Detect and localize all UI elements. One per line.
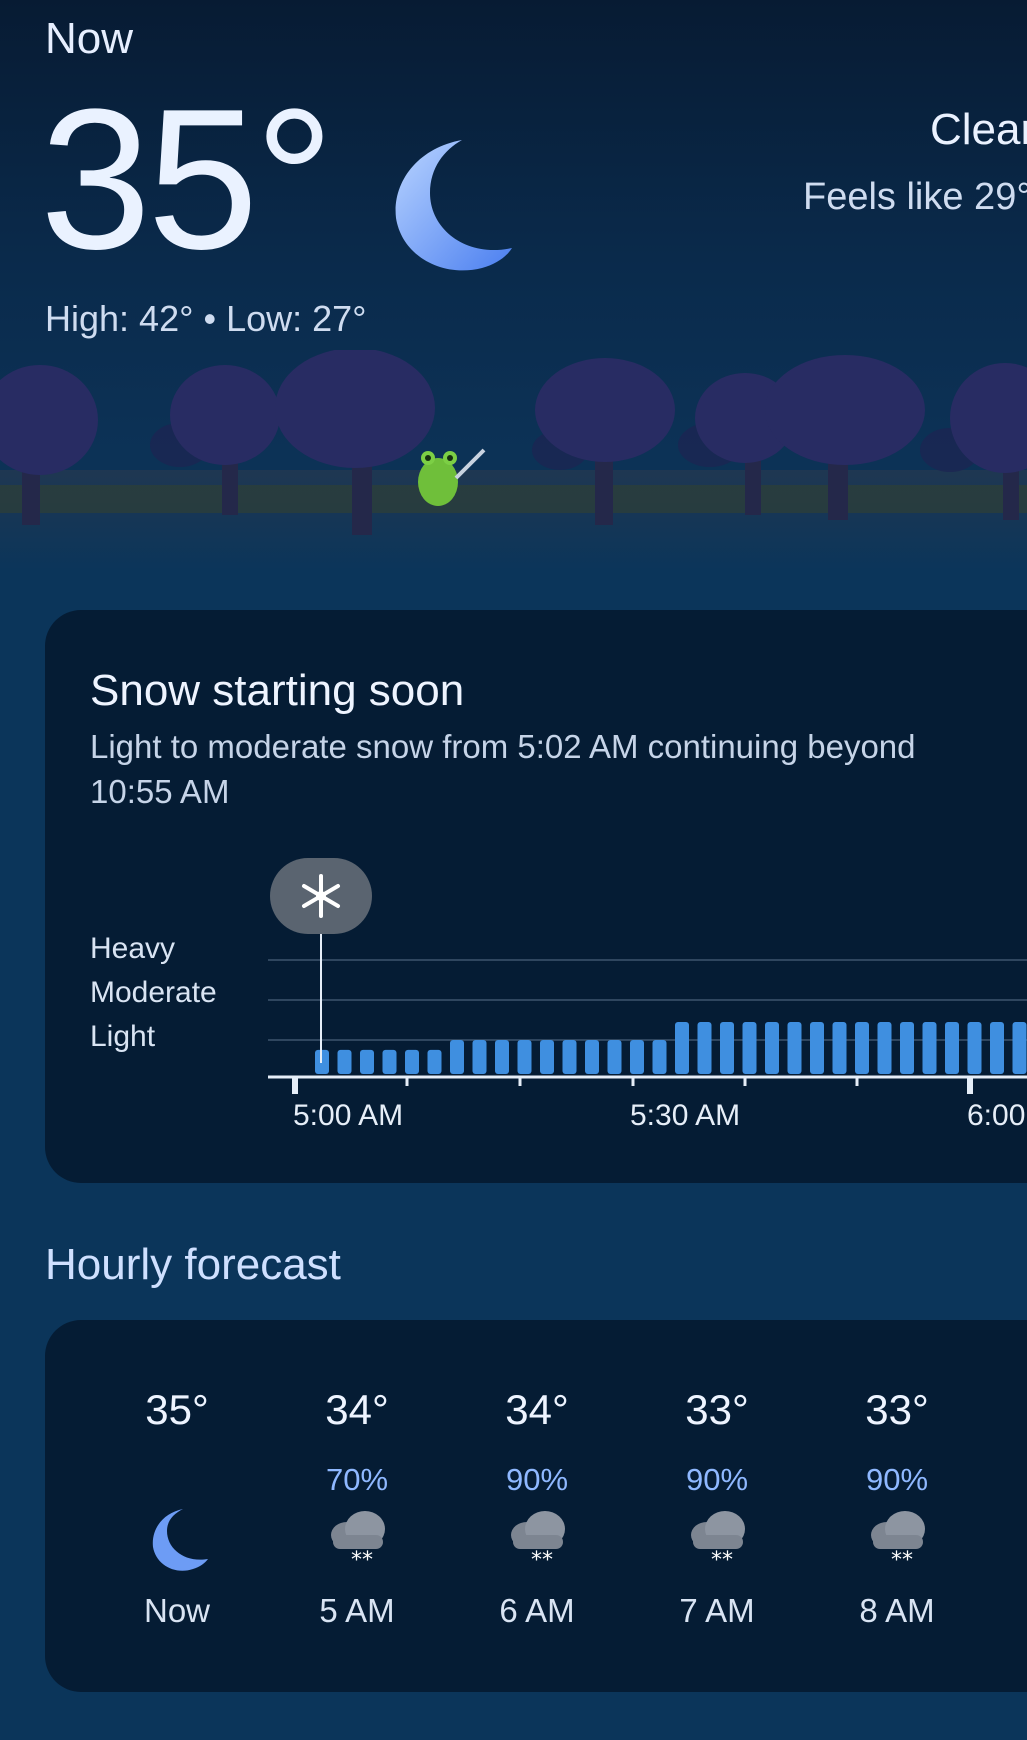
precip-bar bbox=[990, 1022, 1004, 1074]
hourly-temp: 35° bbox=[145, 1386, 209, 1433]
precip-bar bbox=[765, 1022, 779, 1074]
precipitation-alert-card[interactable]: Snow starting soon Light to moderate sno… bbox=[45, 610, 1027, 1183]
precip-bar bbox=[405, 1049, 419, 1074]
feels-like-text: Feels like 29° bbox=[803, 176, 1027, 218]
precip-bar bbox=[360, 1049, 374, 1074]
precip-bar bbox=[427, 1049, 442, 1074]
hourly-item[interactable]: 34° 70% ** 5 AM bbox=[267, 1320, 447, 1692]
hourly-item[interactable]: 34° 90% ** 6 AM bbox=[447, 1320, 627, 1692]
hourly-precip-chance: 70% bbox=[325, 1462, 389, 1497]
snow-cloud-icon: ** bbox=[331, 1511, 385, 1573]
precip-bar bbox=[810, 1022, 824, 1074]
hourly-time: 5 AM bbox=[319, 1592, 395, 1629]
precip-bar bbox=[967, 1022, 982, 1074]
hourly-temp: 34° bbox=[505, 1386, 569, 1433]
current-conditions-hero: Now 35° High: 42° • Low: 27° Clear Feels… bbox=[0, 0, 1027, 570]
hourly-temp: 33° bbox=[685, 1386, 749, 1433]
precip-bar bbox=[652, 1040, 667, 1074]
precip-bar bbox=[697, 1022, 712, 1074]
hourly-temp: 34° bbox=[325, 1386, 389, 1433]
snow-cloud-icon: ** bbox=[871, 1511, 925, 1573]
snow-cloud-icon: ** bbox=[691, 1511, 745, 1573]
hourly-time: Now bbox=[143, 1592, 211, 1629]
current-temperature: 35° bbox=[40, 68, 334, 291]
precip-bar bbox=[517, 1040, 532, 1074]
precipitation-bars bbox=[315, 1022, 1027, 1074]
precip-bar bbox=[562, 1040, 577, 1074]
hourly-forecast-title: Hourly forecast bbox=[45, 1240, 341, 1289]
svg-text:**: ** bbox=[351, 1548, 373, 1573]
precip-bar bbox=[495, 1040, 509, 1074]
hourly-forecast-card[interactable]: 35° Now 34° 70% ** 5 AM 34° 90% ** 6 AM … bbox=[45, 1320, 1027, 1692]
hourly-time: 8 AM bbox=[859, 1592, 935, 1629]
crescent-moon-icon bbox=[152, 1509, 208, 1571]
now-label: Now bbox=[45, 14, 134, 63]
high-low-temperature: High: 42° • Low: 27° bbox=[45, 298, 367, 339]
precip-bar bbox=[675, 1022, 689, 1074]
precip-bar bbox=[877, 1022, 892, 1074]
hourly-precip-chance: 90% bbox=[505, 1462, 569, 1497]
precip-bar bbox=[855, 1022, 869, 1074]
hourly-item[interactable]: 33° 90% ** 7 AM bbox=[627, 1320, 807, 1692]
night-trees-illustration bbox=[0, 350, 1027, 570]
svg-text:**: ** bbox=[711, 1548, 733, 1573]
precipitation-chart[interactable]: 5:00 AM 5:30 AM 6:00 bbox=[45, 610, 1027, 1183]
precip-bar bbox=[585, 1040, 599, 1074]
precip-bar bbox=[945, 1022, 959, 1074]
precip-bar bbox=[742, 1022, 757, 1074]
precip-bar bbox=[472, 1040, 487, 1074]
precip-bar bbox=[720, 1022, 734, 1074]
snowflake-icon bbox=[270, 858, 372, 934]
crescent-moon-icon bbox=[395, 140, 512, 271]
hourly-precip-chance: 90% bbox=[865, 1462, 929, 1497]
precip-bar bbox=[900, 1022, 914, 1074]
hourly-item[interactable]: 33° 90% ** 8 AM bbox=[807, 1320, 987, 1692]
precip-bar bbox=[787, 1022, 802, 1074]
precip-bar bbox=[450, 1040, 464, 1074]
time-label-5-00: 5:00 AM bbox=[293, 1099, 403, 1132]
precip-bar bbox=[1012, 1022, 1027, 1074]
precip-bar bbox=[382, 1049, 397, 1074]
time-label-6-00: 6:00 bbox=[967, 1099, 1025, 1132]
hourly-temp: 33° bbox=[865, 1386, 929, 1433]
precip-bar bbox=[607, 1040, 622, 1074]
hourly-time: 6 AM bbox=[499, 1592, 575, 1629]
precip-bar bbox=[540, 1040, 554, 1074]
precip-bar bbox=[630, 1040, 644, 1074]
precip-bar bbox=[337, 1049, 352, 1074]
svg-text:**: ** bbox=[531, 1548, 553, 1573]
precip-bar bbox=[922, 1022, 937, 1074]
snow-cloud-icon: ** bbox=[511, 1511, 565, 1573]
hourly-precip-chance: 90% bbox=[685, 1462, 749, 1497]
condition-text: Clear bbox=[930, 105, 1027, 154]
svg-text:**: ** bbox=[891, 1548, 913, 1573]
time-label-5-30: 5:30 AM bbox=[630, 1099, 740, 1132]
hourly-time: 7 AM bbox=[679, 1592, 755, 1629]
precip-bar bbox=[832, 1022, 847, 1074]
hourly-item[interactable]: 35° Now bbox=[87, 1320, 267, 1692]
